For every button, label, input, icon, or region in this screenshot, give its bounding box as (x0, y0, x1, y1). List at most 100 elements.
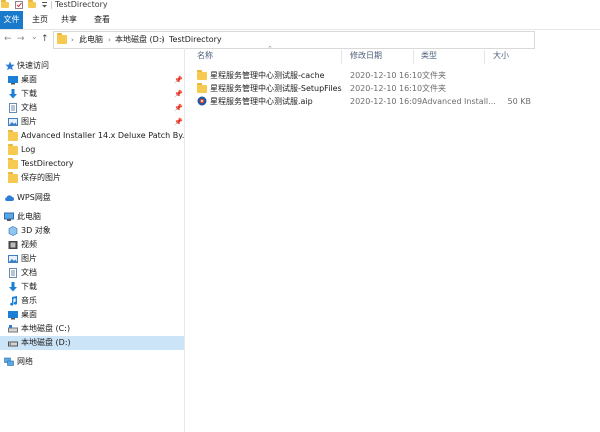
sidebar-label: 此电脑 (17, 212, 41, 221)
sidebar-label: 保存的图片 (21, 173, 61, 182)
sidebar-item-advanced-installer[interactable]: Advanced Installer 14.x Deluxe Patch By.… (0, 129, 184, 143)
file-list: ⌃ 名称 修改日期 类型 大小 星程服务管理中心测试服-cache 2020-1… (185, 45, 600, 432)
folder-icon (8, 130, 18, 141)
file-name: 星程服务管理中心测试服-cache (210, 71, 325, 80)
sidebar-item-drive-c[interactable]: 本地磁盘 (C:) (0, 322, 184, 336)
folder-icon[interactable] (1, 0, 9, 8)
desktop-icon (8, 76, 18, 85)
sidebar-item-documents[interactable]: 文档 📌 (0, 101, 184, 115)
music-icon (10, 296, 18, 306)
recent-locations-button[interactable]: ⌄ (31, 31, 38, 43)
computer-icon (4, 212, 14, 221)
folder-icon (8, 172, 18, 183)
breadcrumb-testdirectory[interactable]: TestDirectory (169, 34, 222, 46)
file-type: 文件夹 (422, 84, 446, 93)
drive-icon (8, 325, 18, 333)
tab-file[interactable]: 文件 (0, 11, 23, 29)
sidebar-item-videos[interactable]: 视频 (0, 238, 184, 252)
column-divider[interactable] (341, 50, 342, 64)
breadcrumb-drive-d[interactable]: 本地磁盘 (D:) (115, 34, 165, 46)
sidebar-label: 视频 (21, 240, 37, 249)
star-icon (5, 61, 15, 71)
folder-icon (8, 144, 18, 155)
navigation-bar: ← → ⌄ ↑ › 此电脑 › 本地磁盘 (D:) › TestDirector… (0, 30, 600, 49)
sidebar-item-downloads[interactable]: 下载 📌 (0, 87, 184, 101)
tab-view[interactable]: 查看 (94, 11, 110, 29)
sidebar-item-downloads-pc[interactable]: 下载 (0, 280, 184, 294)
address-bar[interactable]: › 此电脑 › 本地磁盘 (D:) › TestDirectory (53, 31, 535, 49)
ribbon-tabs: 文件 主页 共享 查看 (0, 11, 600, 30)
sidebar-label: 桌面 (21, 310, 37, 319)
sidebar-item-log[interactable]: Log (0, 143, 184, 157)
sidebar-wps-cloud[interactable]: WPS网盘 (0, 191, 184, 205)
divider (51, 1, 52, 9)
up-button[interactable]: ↑ (41, 33, 49, 45)
sidebar-item-saved-pictures[interactable]: 保存的图片 (0, 171, 184, 185)
sidebar-this-pc[interactable]: 此电脑 (0, 210, 184, 224)
navigation-pane: 快速访问 桌面 📌 下载 📌 文档 📌 图片 📌 Advanced Instal… (0, 48, 185, 432)
file-row[interactable]: 星程服务管理中心测试服-SetupFiles 2020-12-10 16:10 … (195, 82, 590, 95)
sidebar-quick-access[interactable]: 快速访问 (0, 59, 184, 73)
folder-icon (197, 83, 207, 93)
sidebar-item-desktop-pc[interactable]: 桌面 (0, 308, 184, 322)
column-divider[interactable] (413, 50, 414, 64)
sidebar-label: 下载 (21, 89, 37, 98)
sidebar-item-pictures[interactable]: 图片 📌 (0, 115, 184, 129)
back-button[interactable]: ← (4, 33, 12, 45)
pictures-icon (8, 118, 18, 126)
sidebar-label: 文档 (21, 103, 37, 112)
forward-button[interactable]: → (17, 33, 25, 45)
tab-share[interactable]: 共享 (61, 11, 77, 29)
sidebar-label: 桌面 (21, 75, 37, 84)
breadcrumb-this-pc[interactable]: 此电脑 (79, 34, 103, 46)
network-icon (4, 357, 14, 366)
column-divider[interactable] (484, 50, 485, 64)
cloud-icon (5, 195, 14, 201)
folder-icon (57, 33, 67, 44)
sidebar-item-3d-objects[interactable]: 3D 对象 (0, 224, 184, 238)
file-type: Advanced Install... (422, 97, 496, 106)
column-header-name[interactable]: 名称 (197, 50, 213, 62)
sidebar-item-documents-pc[interactable]: 文档 (0, 266, 184, 280)
pin-icon: 📌 (174, 76, 183, 84)
pin-icon: 📌 (174, 118, 183, 126)
sidebar-label: 图片 (21, 117, 37, 126)
sidebar-network[interactable]: 网络 (0, 355, 184, 369)
sidebar-label: 文档 (21, 268, 37, 277)
new-folder-icon[interactable] (28, 0, 36, 8)
sidebar-label: 3D 对象 (21, 226, 51, 235)
tab-home[interactable]: 主页 (32, 11, 48, 29)
document-icon (9, 268, 17, 278)
sidebar-item-music[interactable]: 音乐 (0, 294, 184, 308)
sidebar-item-drive-d[interactable]: 本地磁盘 (D:) (0, 336, 184, 350)
file-row[interactable]: 星程服务管理中心测试服-cache 2020-12-10 16:10 文件夹 (195, 69, 590, 82)
sidebar-label: 图片 (21, 254, 37, 263)
pictures-icon (8, 255, 18, 263)
sidebar-label: 下载 (21, 282, 37, 291)
title-bar: TestDirectory (0, 0, 600, 11)
file-name: 星程服务管理中心测试服-SetupFiles (210, 84, 342, 93)
breadcrumb-separator[interactable]: › (108, 34, 111, 46)
document-icon (9, 103, 17, 113)
window-title: TestDirectory (55, 0, 108, 9)
file-size: 50 KB (507, 97, 531, 106)
sidebar-item-desktop[interactable]: 桌面 📌 (0, 73, 184, 87)
video-icon (8, 241, 18, 249)
sidebar-item-pictures-pc[interactable]: 图片 (0, 252, 184, 266)
column-header-type[interactable]: 类型 (421, 50, 437, 62)
pin-icon: 📌 (174, 104, 183, 112)
properties-icon[interactable] (15, 1, 24, 9)
sidebar-label: 快速访问 (17, 61, 49, 70)
customize-toolbar-icon[interactable] (40, 1, 49, 9)
sidebar-item-testdirectory[interactable]: TestDirectory (0, 157, 184, 171)
sidebar-label: Log (21, 145, 36, 154)
breadcrumb-separator[interactable]: › (161, 34, 164, 46)
column-header-date[interactable]: 修改日期 (350, 50, 382, 62)
desktop-icon (8, 311, 18, 320)
file-row[interactable]: 星程服务管理中心测试服.aip 2020-12-10 16:09 Advance… (195, 95, 590, 108)
sort-ascending-icon: ⌃ (267, 45, 273, 53)
file-name: 星程服务管理中心测试服.aip (210, 97, 313, 106)
sidebar-label: WPS网盘 (17, 193, 51, 202)
column-header-size[interactable]: 大小 (493, 50, 509, 62)
breadcrumb-separator[interactable]: › (71, 34, 74, 46)
